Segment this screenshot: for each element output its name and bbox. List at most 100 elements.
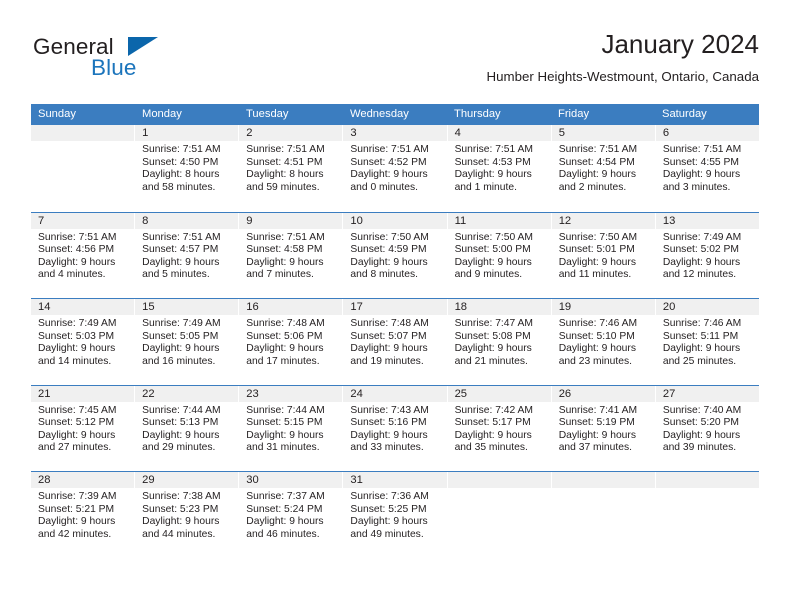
weekday-header-wednesday: Wednesday — [350, 108, 409, 120]
calendar-day-cell[interactable]: 11 Sunrise: 7:50 AM Sunset: 5:00 PM Dayligh… — [447, 212, 552, 298]
calendar-day-cell[interactable]: 26 Sunrise: 7:41 AM Sunset: 5:19 PM Dayligh… — [551, 385, 656, 471]
day-detail-line: Sunrise: 7:45 AM — [38, 404, 117, 416]
day-detail-line: Daylight: 9 hours — [142, 516, 220, 528]
calendar-day-cell[interactable]: 19 Sunrise: 7:46 AM Sunset: 5:10 PM Dayligh… — [551, 299, 656, 385]
day-detail-line: Sunset: 5:00 PM — [454, 244, 531, 256]
calendar-day-cell[interactable]: 28 Sunrise: 7:39 AM Sunset: 5:21 PM Dayligh… — [31, 472, 136, 558]
calendar-day-cell[interactable]: 29 Sunrise: 7:38 AM Sunset: 5:23 PM Dayligh… — [135, 472, 240, 558]
day-details: Sunrise: 7:51 AM Sunset: 4:50 PM Daylight:… — [135, 141, 238, 194]
calendar-day-cell[interactable]: 18 Sunrise: 7:47 AM Sunset: 5:08 PM Dayligh… — [447, 299, 552, 385]
calendar-day-cell[interactable]: 23 Sunrise: 7:44 AM Sunset: 5:15 PM Dayligh… — [239, 385, 344, 471]
day-number: 2 — [239, 125, 343, 141]
day-details: Sunrise: 7:50 AM Sunset: 4:59 PM Daylight:… — [343, 229, 446, 282]
day-number — [655, 472, 759, 488]
calendar-day-cell[interactable]: 24 Sunrise: 7:43 AM Sunset: 5:16 PM Dayligh… — [343, 385, 448, 471]
day-detail-line: Sunrise: 7:40 AM — [662, 404, 742, 416]
day-details: Sunrise: 7:45 AM Sunset: 5:12 PM Daylight:… — [31, 402, 134, 455]
day-detail-line: Sunset: 4:54 PM — [558, 156, 635, 168]
day-number: 19 — [551, 299, 655, 315]
calendar-week-row: 14 Sunrise: 7:49 AM Sunset: 5:03 PM Dayligh… — [31, 298, 759, 385]
day-detail-line: Daylight: 9 hours — [38, 516, 116, 528]
day-number: 7 — [31, 212, 135, 229]
day-number: 1 — [135, 125, 239, 141]
day-detail-line: Daylight: 9 hours — [350, 343, 428, 355]
day-detail-line: Sunrise: 7:50 AM — [350, 231, 429, 243]
day-detail-line: Sunset: 5:10 PM — [558, 330, 635, 342]
day-detail-line: and 44 minutes. — [142, 528, 216, 540]
calendar-page: General Blue January 2024 Humber Heights… — [0, 0, 792, 612]
title-block: January 2024 Humber Heights-Westmount, O… — [486, 29, 759, 84]
day-detail-line: and 59 minutes. — [246, 181, 320, 193]
day-detail-line: Sunset: 4:56 PM — [38, 244, 115, 256]
day-details: Sunrise: 7:38 AM Sunset: 5:23 PM Daylight:… — [135, 488, 238, 541]
day-detail-line: Sunset: 4:51 PM — [246, 156, 323, 168]
day-detail-line: Daylight: 8 hours — [142, 169, 220, 181]
day-detail-line: Daylight: 9 hours — [454, 169, 532, 181]
day-details — [656, 488, 759, 491]
day-detail-line: Sunset: 5:01 PM — [558, 244, 635, 256]
calendar-day-cell[interactable]: 21 Sunrise: 7:45 AM Sunset: 5:12 PM Dayligh… — [31, 385, 136, 471]
day-number: 8 — [135, 212, 239, 229]
day-detail-line: and 0 minutes. — [350, 181, 418, 193]
day-detail-line: Daylight: 9 hours — [246, 343, 324, 355]
day-detail-line: Sunrise: 7:51 AM — [142, 231, 221, 243]
calendar-day-cell[interactable]: 8 Sunrise: 7:51 AM Sunset: 4:57 PM Daylight… — [135, 212, 240, 298]
day-details: Sunrise: 7:44 AM Sunset: 5:13 PM Daylight:… — [135, 402, 238, 455]
day-detail-line: Sunrise: 7:46 AM — [558, 318, 638, 329]
brand-logo[interactable]: General Blue — [31, 35, 251, 96]
calendar-day-cell-empty — [31, 125, 136, 212]
day-detail-line: and 3 minutes. — [662, 181, 731, 193]
calendar-day-cell[interactable]: 22 Sunrise: 7:44 AM Sunset: 5:13 PM Dayligh… — [135, 385, 240, 471]
calendar-day-cell[interactable]: 27 Sunrise: 7:40 AM Sunset: 5:20 PM Dayligh… — [655, 385, 759, 472]
day-detail-line: and 46 minutes. — [246, 528, 320, 540]
day-detail-line: Daylight: 9 hours — [558, 256, 636, 268]
day-detail-line: and 17 minutes. — [246, 355, 320, 367]
day-detail-line: Sunset: 4:55 PM — [662, 156, 739, 168]
calendar-day-cell[interactable]: 14 Sunrise: 7:49 AM Sunset: 5:03 PM Dayligh… — [31, 299, 136, 385]
calendar-week-row: 21 Sunrise: 7:45 AM Sunset: 5:12 PM Dayligh… — [31, 384, 759, 472]
calendar-day-cell[interactable]: 15 Sunrise: 7:49 AM Sunset: 5:05 PM Dayligh… — [135, 299, 240, 385]
day-details: Sunrise: 7:43 AM Sunset: 5:16 PM Daylight:… — [343, 402, 446, 455]
day-number: 6 — [655, 125, 759, 141]
calendar-day-cell[interactable]: 3 Sunrise: 7:51 AM Sunset: 4:52 PM Daylight… — [343, 125, 448, 212]
day-number: 11 — [447, 212, 551, 229]
calendar-day-cell[interactable]: 13 Sunrise: 7:49 AM Sunset: 5:02 PM Dayligh… — [655, 212, 759, 299]
calendar-day-cell[interactable]: 9 Sunrise: 7:51 AM Sunset: 4:58 PM Daylight… — [239, 212, 344, 298]
calendar-day-cell[interactable]: 16 Sunrise: 7:48 AM Sunset: 5:06 PM Dayligh… — [239, 299, 344, 385]
day-detail-line: Sunrise: 7:51 AM — [246, 144, 325, 155]
day-detail-line: and 7 minutes. — [246, 269, 314, 281]
day-details: Sunrise: 7:44 AM Sunset: 5:15 PM Daylight:… — [239, 402, 342, 455]
calendar-day-cell[interactable]: 17 Sunrise: 7:48 AM Sunset: 5:07 PM Dayligh… — [343, 299, 448, 385]
day-detail-line: Sunset: 5:02 PM — [662, 244, 739, 256]
calendar-day-cell[interactable]: 4 Sunrise: 7:51 AM Sunset: 4:53 PM Daylight… — [447, 125, 552, 212]
calendar-day-cell[interactable]: 20 Sunrise: 7:46 AM Sunset: 5:11 PM Dayligh… — [655, 299, 759, 385]
day-detail-line: Sunset: 5:07 PM — [350, 330, 427, 342]
day-detail-line: Sunrise: 7:51 AM — [246, 231, 325, 243]
calendar-day-cell[interactable]: 7 Sunrise: 7:51 AM Sunset: 4:56 PM Daylight… — [31, 212, 136, 298]
calendar-day-cell[interactable]: 2 Sunrise: 7:51 AM Sunset: 4:51 PM Daylight… — [239, 125, 344, 212]
day-details: Sunrise: 7:40 AM Sunset: 5:20 PM Daylight:… — [656, 402, 759, 455]
day-details: Sunrise: 7:36 AM Sunset: 5:25 PM Daylight:… — [343, 488, 446, 541]
day-detail-line: Sunrise: 7:48 AM — [350, 318, 429, 329]
day-detail-line: Sunset: 5:16 PM — [350, 417, 427, 429]
calendar-day-cell[interactable]: 6 Sunrise: 7:51 AM Sunset: 4:55 PM Daylight… — [655, 125, 759, 212]
day-detail-line: and 8 minutes. — [350, 269, 418, 281]
day-details: Sunrise: 7:51 AM Sunset: 4:52 PM Daylight:… — [343, 141, 446, 194]
page-subtitle: Humber Heights-Westmount, Ontario, Canad… — [486, 68, 759, 84]
calendar-day-cell[interactable]: 5 Sunrise: 7:51 AM Sunset: 4:54 PM Daylight… — [551, 125, 656, 212]
calendar-day-cell[interactable]: 25 Sunrise: 7:42 AM Sunset: 5:17 PM Dayligh… — [447, 385, 552, 471]
day-details: Sunrise: 7:50 AM Sunset: 5:00 PM Daylight:… — [448, 229, 551, 282]
day-number: 10 — [343, 212, 447, 229]
day-detail-line: Daylight: 9 hours — [38, 256, 116, 268]
calendar-day-cell[interactable]: 30 Sunrise: 7:37 AM Sunset: 5:24 PM Dayligh… — [239, 472, 344, 558]
day-detail-line: and 1 minute. — [454, 181, 517, 193]
calendar-day-cell[interactable]: 12 Sunrise: 7:50 AM Sunset: 5:01 PM Dayligh… — [551, 212, 656, 298]
day-details: Sunrise: 7:48 AM Sunset: 5:07 PM Daylight:… — [343, 315, 446, 368]
day-detail-line: Sunset: 4:53 PM — [454, 156, 531, 168]
day-number: 25 — [447, 385, 551, 402]
calendar-day-cell[interactable]: 31 Sunrise: 7:36 AM Sunset: 5:25 PM Dayligh… — [343, 472, 448, 558]
calendar-day-cell[interactable]: 10 Sunrise: 7:50 AM Sunset: 4:59 PM Dayligh… — [343, 212, 448, 298]
day-number: 31 — [343, 472, 447, 488]
day-details: Sunrise: 7:51 AM Sunset: 4:53 PM Daylight:… — [448, 141, 551, 194]
calendar-day-cell[interactable]: 1 Sunrise: 7:51 AM Sunset: 4:50 PM Daylight… — [135, 125, 240, 212]
